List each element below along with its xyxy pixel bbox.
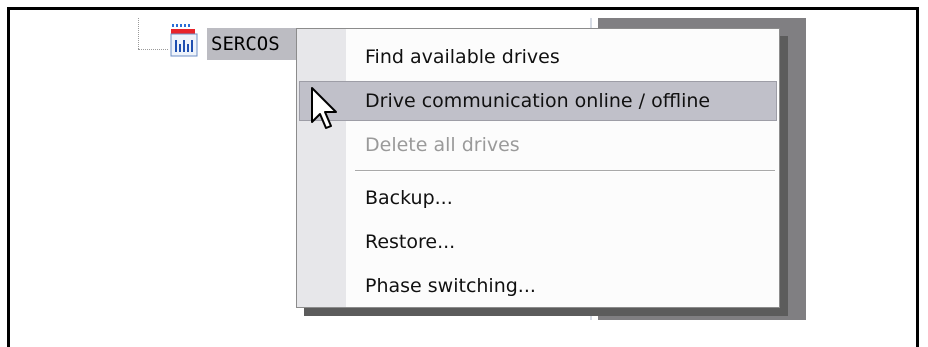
context-menu: Find available drives Drive communicatio… (296, 28, 780, 308)
menu-item-drive-communication[interactable]: Drive communication online / offline (299, 81, 777, 121)
tree-node-sercos[interactable]: SERCOS (207, 28, 300, 60)
menu-separator (355, 170, 775, 172)
menu-item-find-available-drives[interactable]: Find available drives (299, 37, 777, 77)
sercos-bus-icon[interactable] (169, 22, 201, 58)
arrow-cursor-icon (311, 87, 337, 129)
tree-connector-horizontal (138, 49, 168, 50)
menu-item-delete-all-drives[interactable]: Delete all drives (299, 125, 777, 165)
menu-item-backup[interactable]: Backup... (299, 178, 777, 218)
tree-connector-vertical (138, 18, 139, 49)
menu-item-phase-switching[interactable]: Phase switching... (299, 266, 777, 306)
menu-item-restore[interactable]: Restore... (299, 222, 777, 262)
